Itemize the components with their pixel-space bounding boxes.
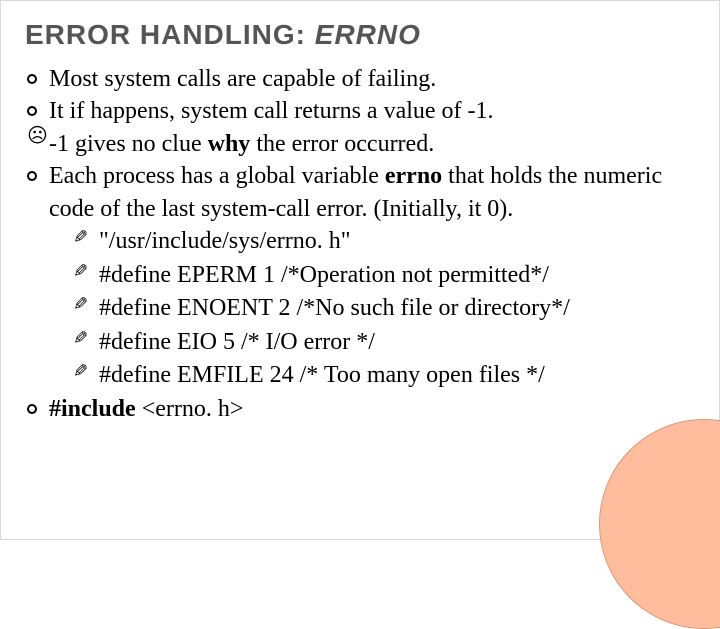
decor-circle (599, 419, 720, 629)
sub-4-text: #define EIO 5 /* I/O error */ (99, 329, 375, 355)
bullet-3-c: the error occurred. (250, 131, 434, 157)
bullet-3: -1 gives no clue why the error occurred. (27, 128, 695, 160)
sub-1: "/usr/include/sys/errno. h" (73, 225, 695, 259)
sub-2: #define EPERM 1 /*Operation not permitte… (73, 259, 695, 293)
bullet-5-include: #include (49, 396, 136, 422)
slide: ERROR HANDLING: ERRNO Most system calls … (0, 0, 720, 540)
bullet-3-why: why (208, 131, 251, 157)
title-errno: ERRNO (315, 19, 421, 50)
title-text: ERROR HANDLING: (25, 19, 315, 50)
sub-4: #define EIO 5 /* I/O error */ (73, 326, 695, 360)
sub-3: #define ENOENT 2 /*No such file or direc… (73, 292, 695, 326)
bullet-4-a: Each process has a global variable (49, 163, 385, 189)
bullet-4-errno: errno (385, 163, 442, 189)
bullet-list: Most system calls are capable of failing… (25, 63, 695, 425)
bullet-1-text: Most system calls are capable of failing… (49, 66, 436, 92)
bullet-3-a: -1 gives no clue (49, 131, 208, 157)
bullet-5-b: <errno. h> (136, 396, 244, 422)
sub-3-text: #define ENOENT 2 /*No such file or direc… (99, 295, 570, 321)
slide-content: ERROR HANDLING: ERRNO Most system calls … (25, 19, 695, 425)
bullet-4: Each process has a global variable errno… (27, 160, 695, 393)
sub-2-text: #define EPERM 1 /*Operation not permitte… (99, 262, 549, 288)
bullet-2-text: It if happens, system call returns a val… (49, 98, 494, 124)
bullet-5: #include <errno. h> (27, 393, 695, 425)
bullet-2: It if happens, system call returns a val… (27, 95, 695, 127)
sub-5: #define EMFILE 24 /* Too many open files… (73, 359, 695, 393)
bullet-1: Most system calls are capable of failing… (27, 63, 695, 95)
sub-1-text: "/usr/include/sys/errno. h" (99, 228, 351, 254)
sub-5-text: #define EMFILE 24 /* Too many open files… (99, 362, 545, 388)
sub-bullet-list: "/usr/include/sys/errno. h" #define EPER… (49, 225, 695, 393)
slide-title: ERROR HANDLING: ERRNO (25, 19, 695, 51)
